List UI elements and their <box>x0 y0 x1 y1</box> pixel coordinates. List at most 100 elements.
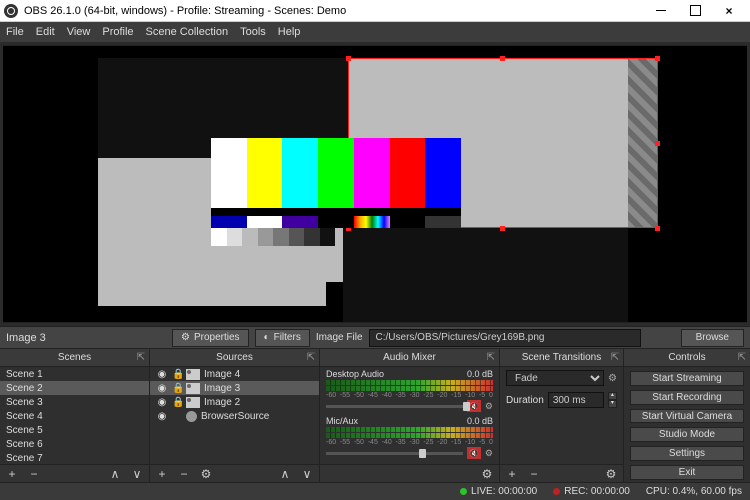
image-file-input[interactable] <box>369 329 641 347</box>
main-menubar: File Edit View Profile Scene Collection … <box>0 22 750 42</box>
lock-icon[interactable]: 🔒 <box>172 369 182 380</box>
sources-panel: Sources⇱ ◉🔒Image 4◉🔒Image 3◉🔒Image 2◉Bro… <box>150 349 320 482</box>
volume-slider[interactable] <box>326 405 463 408</box>
studio-mode-button[interactable]: Studio Mode <box>630 427 744 442</box>
menu-view[interactable]: View <box>67 26 91 38</box>
lock-icon[interactable]: 🔒 <box>172 383 182 394</box>
scene-item[interactable]: Scene 2 <box>0 381 149 395</box>
preview-colorbars-row <box>211 208 461 216</box>
add-transition-button[interactable]: + <box>504 467 520 481</box>
volume-slider[interactable] <box>326 452 463 455</box>
remove-source-button[interactable]: − <box>176 467 192 481</box>
mute-button[interactable]: 🔇 <box>467 447 481 459</box>
transition-settings-button[interactable]: ⚙ <box>608 373 617 384</box>
track-level: 0.0 dB <box>467 369 493 379</box>
dock-popout-icon[interactable]: ⇱ <box>611 352 619 363</box>
menu-scene-collection[interactable]: Scene Collection <box>146 26 229 38</box>
scenes-panel: Scenes⇱ Scene 1Scene 2Scene 3Scene 4Scen… <box>0 349 150 482</box>
status-cpu: CPU: 0.4%, 60.00 fps <box>646 486 742 497</box>
source-properties-button[interactable]: ⚙ <box>198 467 214 481</box>
window-close-button[interactable]: × <box>712 0 746 22</box>
scene-down-button[interactable]: ∨ <box>129 467 145 481</box>
track-level: 0.0 dB <box>467 416 493 426</box>
menu-file[interactable]: File <box>6 26 24 38</box>
transition-select[interactable]: Fade <box>506 370 604 386</box>
mixer-settings-button[interactable]: ⚙ <box>479 467 495 481</box>
selection-handle[interactable] <box>655 226 660 231</box>
scene-item[interactable]: Scene 1 <box>0 367 149 381</box>
audio-meter <box>326 427 493 432</box>
source-item[interactable]: ◉🔒Image 2 <box>150 395 319 409</box>
mixer-track: Mic/Aux0.0 dB-60-55-50-45-40-35-30-25-20… <box>320 414 499 461</box>
transition-properties-button[interactable]: ⚙ <box>603 467 619 481</box>
visibility-toggle-icon[interactable]: ◉ <box>156 411 168 422</box>
start-virtual-camera-button[interactable]: Start Virtual Camera <box>630 409 744 424</box>
scene-item[interactable]: Scene 3 <box>0 395 149 409</box>
menu-edit[interactable]: Edit <box>36 26 55 38</box>
source-down-button[interactable]: ∨ <box>299 467 315 481</box>
exit-button[interactable]: Exit <box>630 465 744 480</box>
scene-item[interactable]: Scene 7 <box>0 451 149 464</box>
selection-handle[interactable] <box>500 226 505 231</box>
app-icon <box>4 4 18 18</box>
browse-button[interactable]: Browse <box>681 329 744 347</box>
lock-icon[interactable]: 🔒 <box>172 397 182 408</box>
visibility-toggle-icon[interactable]: ◉ <box>156 397 168 408</box>
add-source-button[interactable]: + <box>154 467 170 481</box>
track-settings-button[interactable]: ⚙ <box>485 448 493 459</box>
scenes-list[interactable]: Scene 1Scene 2Scene 3Scene 4Scene 5Scene… <box>0 367 149 464</box>
dock-popout-icon[interactable]: ⇱ <box>487 352 495 363</box>
image-icon <box>186 397 200 408</box>
window-titlebar: OBS 26.1.0 (64-bit, windows) - Profile: … <box>0 0 750 22</box>
source-item[interactable]: ◉ 🔒 Image 3 <box>150 381 319 395</box>
image-file-label: Image File <box>316 332 363 343</box>
dock-popout-icon[interactable]: ⇱ <box>307 352 315 363</box>
scene-item[interactable]: Scene 6 <box>0 437 149 451</box>
controls-panel: Controls⇱ Start Streaming Start Recordin… <box>624 349 750 482</box>
menu-profile[interactable]: Profile <box>102 26 133 38</box>
duration-input[interactable] <box>548 392 604 408</box>
preview-colorbars <box>211 138 461 208</box>
preview-canvas[interactable] <box>3 45 747 323</box>
start-recording-button[interactable]: Start Recording <box>630 390 744 405</box>
add-scene-button[interactable]: + <box>4 467 20 481</box>
transitions-body: Fade ⚙ Duration ▴▾ <box>500 367 623 464</box>
selection-handle[interactable] <box>655 56 660 61</box>
live-dot-icon <box>460 488 467 495</box>
selected-source-label: Image 3 <box>6 332 166 344</box>
source-item[interactable]: ◉BrowserSource <box>150 409 319 423</box>
visibility-toggle-icon[interactable]: ◉ <box>156 383 168 394</box>
visibility-toggle-icon[interactable]: ◉ <box>156 369 168 380</box>
transitions-toolbar: + − ⚙ <box>500 464 623 482</box>
sources-list[interactable]: ◉🔒Image 4◉🔒Image 3◉🔒Image 2◉BrowserSourc… <box>150 367 319 464</box>
filters-button[interactable]: ◐Filters <box>255 329 310 347</box>
properties-button[interactable]: ⚙Properties <box>172 329 249 347</box>
selection-handle[interactable] <box>346 56 351 61</box>
menu-help[interactable]: Help <box>278 26 301 38</box>
window-minimize-button[interactable] <box>644 0 678 22</box>
track-name: Mic/Aux <box>326 416 358 426</box>
track-settings-button[interactable]: ⚙ <box>485 401 493 412</box>
duration-spinner[interactable]: ▴▾ <box>608 392 617 408</box>
preview-layer <box>98 282 326 306</box>
menu-tools[interactable]: Tools <box>240 26 266 38</box>
source-name: Image 4 <box>204 369 240 380</box>
settings-button[interactable]: Settings <box>630 446 744 461</box>
source-item[interactable]: ◉ 🔒 Image 4 <box>150 367 319 381</box>
remove-scene-button[interactable]: − <box>26 467 42 481</box>
selection-handle[interactable] <box>500 56 505 61</box>
window-maximize-button[interactable] <box>678 0 712 22</box>
scene-up-button[interactable]: ∧ <box>107 467 123 481</box>
scene-item[interactable]: Scene 4 <box>0 409 149 423</box>
dock-popout-icon[interactable]: ⇱ <box>738 352 746 363</box>
start-streaming-button[interactable]: Start Streaming <box>630 371 744 386</box>
scene-item[interactable]: Scene 5 <box>0 423 149 437</box>
preview-colorbars-row <box>211 216 461 228</box>
dock-popout-icon[interactable]: ⇱ <box>137 352 145 363</box>
remove-transition-button[interactable]: − <box>526 467 542 481</box>
transitions-header: Scene Transitions⇱ <box>500 349 623 367</box>
sources-toolbar: + − ⚙ ∧ ∨ <box>150 464 319 482</box>
source-name: Image 3 <box>204 383 240 394</box>
selection-handle[interactable] <box>655 141 660 146</box>
source-up-button[interactable]: ∧ <box>277 467 293 481</box>
